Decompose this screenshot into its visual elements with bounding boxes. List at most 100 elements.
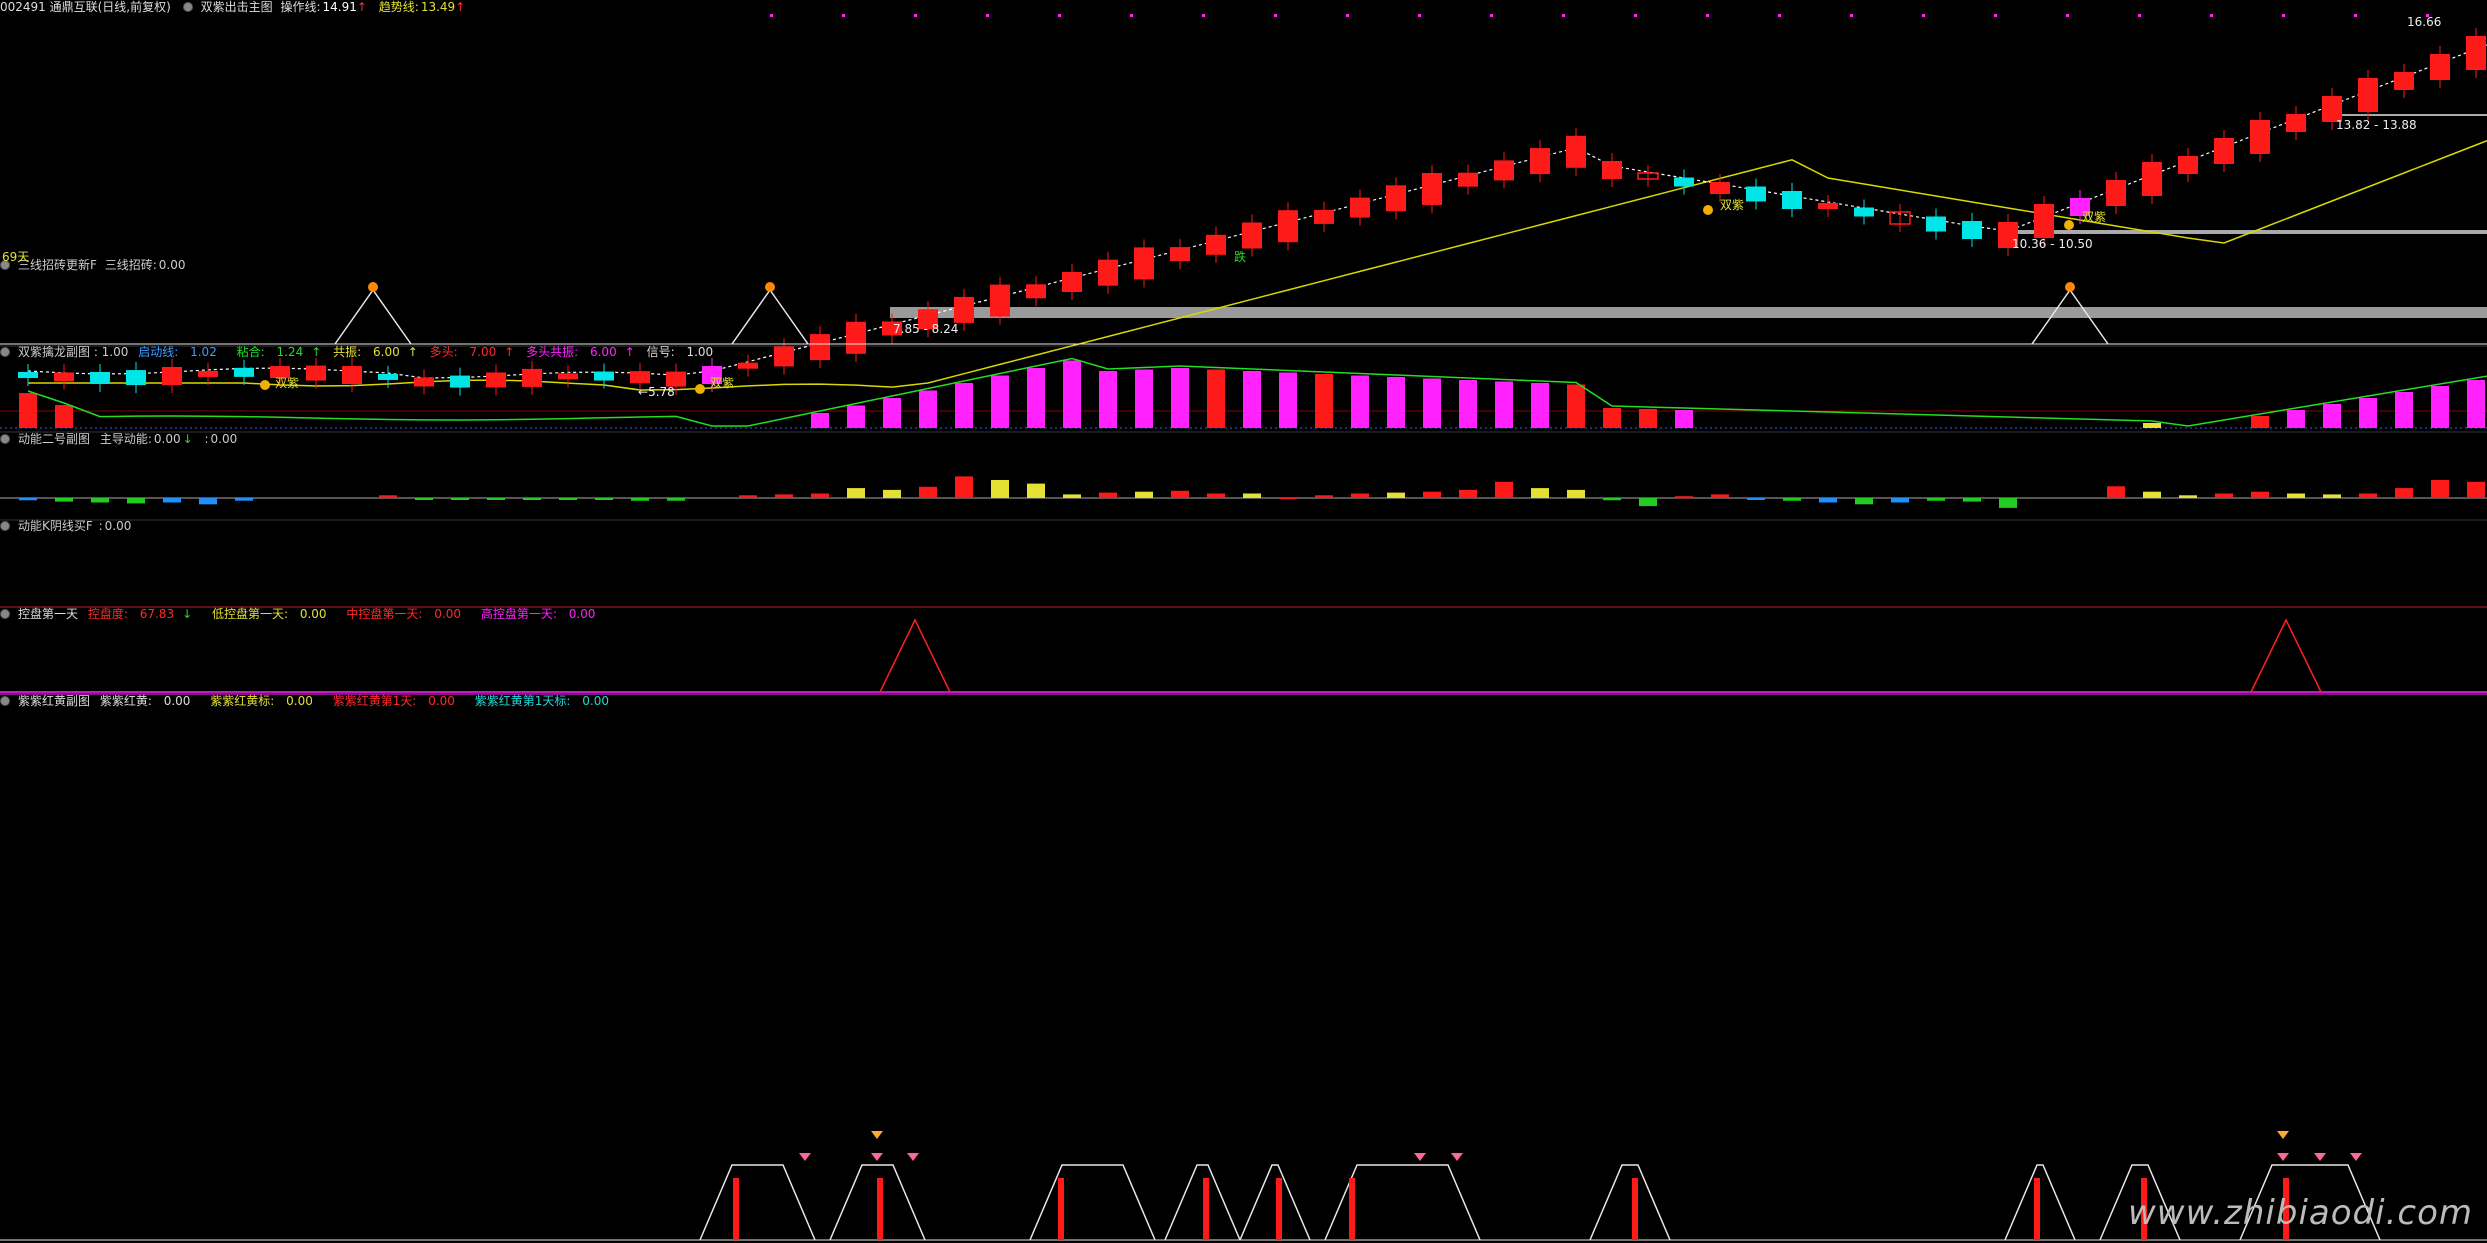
chart-canvas[interactable] [0,0,2487,1243]
energy-bar [127,498,145,504]
energy-bar [1531,488,1549,498]
candle [18,372,38,378]
dragon-bar [1207,369,1225,428]
dragon-item-3: 多头: 7.00 ↑ [429,345,515,359]
gear-icon[interactable] [0,434,10,444]
zihong-red-bar [1203,1178,1209,1240]
brick-peak [731,288,809,345]
energy-v2-label: : [204,432,209,446]
control-item-1: 低控盘第一天: 0.00 [211,607,327,621]
top-marker [1922,14,1925,17]
top-marker [2066,14,2069,17]
candle [594,371,614,381]
energy-bar [379,495,397,498]
candle [198,370,218,377]
diamond-icon [871,1153,883,1161]
diamond-icon [799,1153,811,1161]
diamond-icon [2277,1153,2289,1161]
candle [90,371,110,384]
top-marker [1850,14,1853,17]
candle [990,284,1010,317]
energy-bar [775,494,793,498]
top-marker [1706,14,1709,17]
brick-title: 三线招砖更新F [18,258,97,272]
top-marker [2282,14,2285,17]
dragon-panel-header: 双紫擒龙副图 : 1.00 启动线: 1.02 粘合: 1.24 ↑ 共振: 6.… [0,345,729,359]
energy-v2-value: 0.00 [210,432,238,446]
price-label-2: 13.82 - 13.88 [2336,118,2417,132]
top-marker [1778,14,1781,17]
support-band [890,307,2487,318]
candle [2142,162,2162,196]
dragon-bar [955,383,973,428]
trend-line-value: 13.49 [420,0,456,14]
money-bag-icon [260,380,270,390]
dragon-bar [1567,384,1585,428]
candle [1098,259,1118,286]
dragon-title: 双紫擒龙副图 : 1.00 [18,345,129,359]
top-marker [1202,14,1205,17]
dragon-item-2: 共振: 6.00 ↑ [333,345,418,359]
candle [1746,186,1766,202]
price-label-4: 7.85 - 8.24 [893,322,959,336]
gear-icon[interactable] [0,696,10,706]
dragon-bar [1603,408,1621,428]
dragon-bar [1351,375,1369,428]
candle [2466,36,2486,70]
energy-bar [1675,496,1693,499]
control-peak [2250,618,2322,693]
dragon-bar [1243,371,1261,428]
diamond-icon [2350,1153,2362,1161]
energy-bar [1171,490,1189,498]
energy-bar [2467,481,2485,498]
dragon-bar [1279,372,1297,428]
energy-bar [847,488,865,498]
energy-bar [667,498,685,501]
trend-line-label: 趋势线: [378,0,419,14]
candle [1242,222,1262,249]
energy-v1-value: 0.00 [153,432,181,446]
diamond-icon [1414,1153,1426,1161]
top-marker [1130,14,1133,17]
dragon-bar [2323,404,2341,428]
energy-bar [2251,491,2269,498]
dragon-bar [991,375,1009,428]
candle [2034,204,2054,238]
candle [414,377,434,387]
top-marker [2138,14,2141,17]
candle [1170,247,1190,262]
energy-bar [2287,493,2305,498]
diamond-icon [2314,1153,2326,1161]
control-item-2: 中控盘第一天: 0.00 [346,607,461,621]
zihong-trapezoid [1324,1164,1481,1241]
price-label-low: ←5.78 [638,385,675,399]
candle [1134,247,1154,280]
dragon-bar [2143,423,2161,428]
arrow-up-icon: ↑ [356,0,367,14]
zihong-red-bar [1058,1178,1064,1240]
energy-bar [2215,493,2233,498]
zihong-title: 紫紫红黄副图 [18,694,91,708]
top-marker [1058,14,1061,17]
control-item-0: 控盘度: 67.83 ↓ [87,607,193,621]
top-marker [1418,14,1421,17]
energy-bar [1963,498,1981,502]
energy-bar [55,498,73,502]
diamond-icon [2277,1131,2289,1139]
kline-title: 动能K阴线买F [18,519,93,533]
energy-title: 动能二号副图 [18,432,91,446]
top-marker [986,14,989,17]
dragon-bar [1171,368,1189,428]
gear-icon[interactable] [182,2,193,12]
support-band [2330,114,2487,116]
gear-icon[interactable] [0,609,10,619]
candle [810,334,830,361]
gear-icon[interactable] [0,521,10,531]
candle [630,371,650,384]
gear-icon[interactable] [0,347,10,357]
candle [1386,185,1406,212]
energy-bar [2359,493,2377,498]
control-panel-header: 控盘第一天 控盘度: 67.83 ↓ 低控盘第一天: 0.00 中控盘第一天: 0… [0,607,611,621]
top-marker [2210,14,2213,17]
top-marker [1562,14,1565,17]
